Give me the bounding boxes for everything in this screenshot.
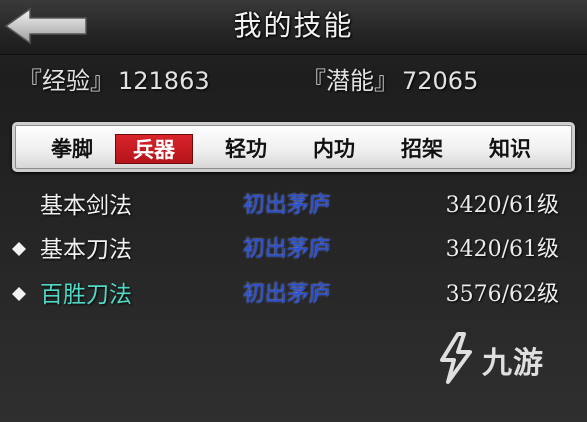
potential-value: 72065 — [402, 67, 479, 95]
experience-value: 121863 — [118, 67, 210, 95]
skill-rank: 初出茅庐 — [243, 237, 332, 262]
skill-name: 基本剑法 — [40, 193, 132, 219]
watermark: 九游 — [434, 330, 584, 390]
jiuyou-logo-icon — [440, 332, 472, 384]
tab-inner-power[interactable]: 内功 — [295, 134, 373, 164]
tab-label: 内功 — [313, 136, 355, 161]
experience-stat: 『经验』 121863 — [18, 64, 210, 98]
tab-label: 轻功 — [225, 136, 267, 161]
tab-weapon[interactable]: 兵器 — [115, 134, 193, 164]
experience-label: 『经验』 — [18, 67, 114, 95]
tab-label: 招架 — [401, 136, 443, 161]
watermark-text: 九游 — [482, 346, 544, 381]
skill-name: 百胜刀法 — [40, 282, 132, 308]
header-bar: 我的技能 — [0, 0, 587, 55]
tab-label: 知识 — [489, 136, 531, 161]
tab-fist[interactable]: 拳脚 — [33, 134, 111, 164]
tab-parry[interactable]: 招架 — [383, 134, 461, 164]
skill-rank: 初出茅庐 — [243, 282, 332, 307]
tab-label: 兵器 — [133, 137, 175, 162]
skill-level: 3420/61级 — [445, 237, 559, 262]
potential-stat: 『潜能』 72065 — [302, 64, 478, 98]
skill-row[interactable]: 百胜刀法 初出茅庐 3576/62级 — [0, 275, 587, 315]
page-title: 我的技能 — [233, 9, 354, 42]
tab-lightness[interactable]: 轻功 — [207, 134, 285, 164]
skill-row[interactable]: 基本刀法 初出茅庐 3420/61级 — [0, 230, 587, 270]
skill-row[interactable]: 基本剑法 初出茅庐 3420/61级 — [0, 186, 587, 226]
game-screen: 我的技能 『经验』 121863 『潜能』 72065 拳脚 兵器 轻功 内功 招架… — [0, 0, 587, 422]
skill-rank: 初出茅庐 — [243, 193, 332, 218]
diamond-bullet-icon — [12, 287, 26, 301]
diamond-bullet-icon — [12, 242, 26, 256]
skill-name: 基本刀法 — [40, 237, 132, 263]
skill-category-tabs: 拳脚 兵器 轻功 内功 招架 知识 — [12, 122, 575, 172]
skill-level: 3420/61级 — [445, 193, 559, 218]
skill-level: 3576/62级 — [445, 282, 559, 307]
potential-label: 『潜能』 — [302, 67, 398, 95]
tab-label: 拳脚 — [51, 136, 93, 161]
tab-knowledge[interactable]: 知识 — [471, 134, 549, 164]
